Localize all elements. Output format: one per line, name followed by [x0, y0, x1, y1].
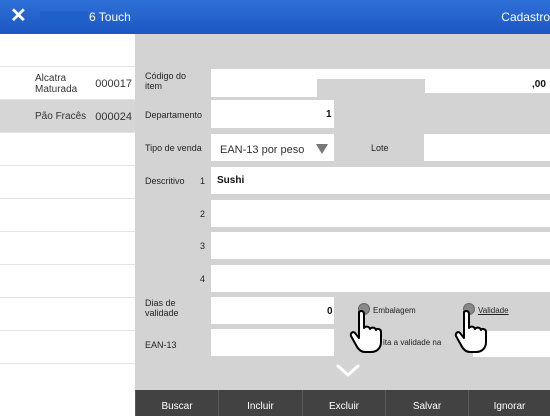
descritivo-line-number: 1: [199, 176, 205, 186]
list-item-empty: [0, 166, 135, 199]
pointer-hand-icon: [349, 310, 382, 353]
list-item-empty: [0, 34, 135, 67]
ignorar-button[interactable]: Ignorar: [468, 390, 550, 416]
ean-label: EAN-13: [145, 340, 177, 350]
ean-input[interactable]: [211, 329, 334, 356]
codigo-input-extra[interactable]: [317, 69, 425, 79]
descritivo-line-number: 3: [199, 241, 205, 251]
app-title: 6 Touch: [89, 10, 131, 24]
module-title: Cadastro: [501, 10, 550, 24]
descritivo-input-3[interactable]: [211, 232, 550, 259]
departamento-input[interactable]: [211, 100, 334, 128]
pointer-hand-icon: [454, 310, 487, 353]
dias-validade-value: 0: [327, 306, 333, 317]
preco-value: ,00: [532, 79, 546, 90]
ean-hint-text: ita a validade na: [383, 338, 442, 347]
dropdown-arrow-icon: [316, 144, 328, 154]
list-item-name: Alcatra Maturada: [35, 73, 78, 95]
list-item-empty: [0, 133, 135, 166]
list-item-empty: [0, 199, 135, 232]
close-icon[interactable]: ✕: [10, 5, 27, 27]
dias-validade-input[interactable]: [211, 297, 334, 324]
descritivo-value-1: Sushi: [217, 175, 245, 186]
tipo-venda-value: EAN-13 por peso: [220, 144, 305, 156]
tipo-venda-label: Tipo de venda: [145, 143, 202, 153]
excluir-button[interactable]: Excluir: [302, 390, 385, 416]
descritivo-label: Descritivo: [145, 176, 185, 186]
list-item-code: 000017: [95, 78, 132, 90]
title-redaction: [40, 11, 88, 23]
dias-validade-label: Dias de validade: [145, 298, 179, 318]
descritivo-input-1[interactable]: [211, 167, 550, 194]
descritivo-input-2[interactable]: [211, 200, 550, 227]
list-item-empty: [0, 298, 135, 331]
list-item-selected[interactable]: Pão Fracês 000024: [0, 100, 135, 133]
salvar-button[interactable]: Salvar: [385, 390, 468, 416]
departamento-label: Departamento: [145, 110, 203, 120]
codigo-input[interactable]: [211, 69, 317, 97]
form-panel: Código do item ,00 Departamento 1 Tipo d…: [135, 34, 550, 390]
list-item[interactable]: Alcatra Maturada 000017: [0, 67, 135, 100]
list-item-code: 000024: [95, 111, 132, 123]
list-item-empty: [0, 265, 135, 298]
incluir-button[interactable]: Incluir: [218, 390, 302, 416]
buscar-button[interactable]: Buscar: [135, 390, 218, 416]
descritivo-line-number: 2: [199, 209, 205, 219]
title-bar: ✕ 6 Touch Cadastro: [0, 0, 550, 34]
descritivo-input-4[interactable]: [211, 265, 550, 292]
product-list: Alcatra Maturada 000017 Pão Fracês 00002…: [0, 34, 135, 397]
lote-input[interactable]: [424, 134, 550, 161]
list-item-empty: [0, 331, 135, 364]
codigo-label: Código do item: [145, 71, 187, 91]
departamento-value: 1: [326, 109, 332, 120]
lote-label: Lote: [371, 143, 389, 153]
chevron-down-icon[interactable]: [336, 364, 360, 378]
list-item-empty: [0, 232, 135, 265]
tipo-venda-select[interactable]: EAN-13 por peso: [211, 134, 334, 161]
list-item-name: Pão Fracês: [35, 111, 87, 122]
descritivo-line-number: 4: [199, 274, 205, 284]
